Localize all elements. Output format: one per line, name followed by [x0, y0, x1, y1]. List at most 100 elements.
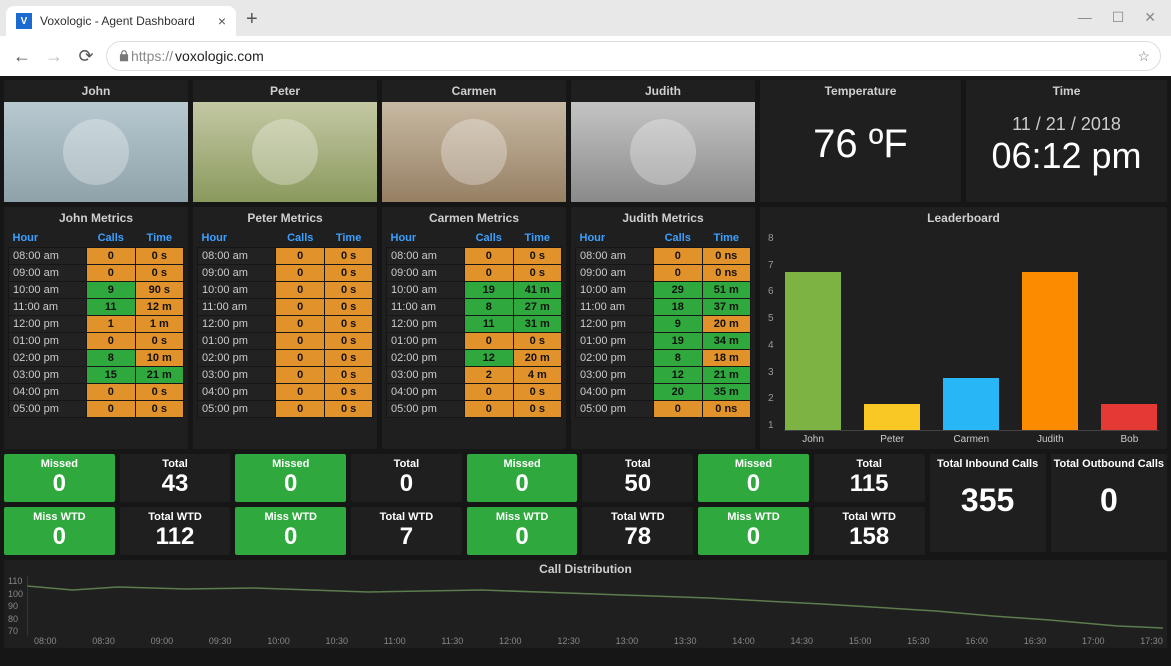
agent-name: John: [82, 80, 111, 102]
url-host: voxologic.com: [175, 48, 264, 64]
table-row: 03:00 pm 0 0 s: [198, 367, 373, 384]
stat-value: 355: [930, 482, 1046, 519]
metrics-table: Hour Calls Time 08:00 am 0 0 ns 09:00 am…: [575, 229, 751, 418]
calls-cell: 0: [276, 282, 325, 299]
table-row: 09:00 am 0 0 s: [387, 265, 562, 282]
window-controls: — ☐ ✕: [1078, 9, 1156, 26]
calls-cell: 12: [653, 367, 702, 384]
minimize-icon[interactable]: —: [1078, 9, 1092, 26]
time-card: Time 11 / 21 / 2018 06:12 pm: [966, 80, 1167, 202]
close-window-icon[interactable]: ✕: [1144, 9, 1156, 26]
total-inbound: Total Inbound Calls 355: [930, 454, 1046, 552]
calls-cell: 0: [464, 248, 513, 265]
calls-cell: 0: [653, 248, 702, 265]
hour-cell: 08:00 am: [576, 248, 654, 265]
time-cell: 10 m: [135, 350, 183, 367]
stat-title: Missed: [235, 458, 346, 470]
metrics-card-judith: Judith Metrics Hour Calls Time 08:00 am …: [571, 207, 755, 449]
missed-carmen: Missed 0: [467, 454, 578, 502]
time-cell: 0 s: [135, 248, 183, 265]
bar-label: John: [802, 434, 824, 445]
totalwtd-judith: Total WTD 158: [814, 507, 925, 555]
hour-cell: 09:00 am: [387, 265, 465, 282]
stat-value: 78: [582, 523, 693, 551]
time-cell: 0 s: [325, 282, 373, 299]
stat-title: Total: [120, 458, 231, 470]
table-row: 08:00 am 0 0 ns: [576, 248, 751, 265]
leaderboard-chart: 87654321 John Peter Carmen Judith Bob: [760, 229, 1167, 449]
time-cell: 0 s: [135, 384, 183, 401]
total-judith: Total 115: [814, 454, 925, 502]
maximize-icon[interactable]: ☐: [1112, 9, 1125, 26]
reload-button[interactable]: ⟳: [74, 46, 98, 67]
stat-value: 43: [120, 470, 231, 498]
metrics-card-peter: Peter Metrics Hour Calls Time 08:00 am 0…: [193, 207, 377, 449]
bar: [1022, 272, 1078, 431]
calls-cell: 20: [653, 384, 702, 401]
total-peter: Total 0: [351, 454, 462, 502]
stat-title: Total Outbound Calls: [1051, 458, 1167, 470]
bookmark-icon[interactable]: ☆: [1137, 48, 1150, 65]
temperature-card: Temperature 76 ºF: [760, 80, 961, 202]
back-button[interactable]: ←: [10, 46, 34, 67]
call-distribution-title: Call Distribution: [8, 562, 1163, 576]
table-row: 01:00 pm 0 0 s: [9, 333, 184, 350]
table-row: 05:00 pm 0 0 ns: [576, 401, 751, 418]
bar: [943, 378, 999, 431]
agent-card-carmen: Carmen: [382, 80, 566, 202]
hour-cell: 09:00 am: [198, 265, 276, 282]
totalwtd-peter: Total WTD 7: [351, 507, 462, 555]
favicon-icon: V: [16, 13, 32, 29]
time-cell: 0 s: [325, 350, 373, 367]
url-input[interactable]: https:// voxologic.com ☆: [106, 41, 1161, 71]
stat-title: Missed: [4, 458, 115, 470]
table-row: 03:00 pm 12 21 m: [576, 367, 751, 384]
stat-value: 0: [698, 470, 809, 498]
calls-cell: 11: [464, 316, 513, 333]
table-row: 03:00 pm 15 21 m: [9, 367, 184, 384]
time-cell: 41 m: [513, 282, 561, 299]
stat-title: Total: [814, 458, 925, 470]
close-icon[interactable]: ×: [218, 13, 226, 29]
table-row: 11:00 am 11 12 m: [9, 299, 184, 316]
time-cell: 37 m: [702, 299, 750, 316]
hour-cell: 03:00 pm: [198, 367, 276, 384]
top-row: John Peter Carmen Judith Temperature 76 …: [4, 80, 1167, 202]
hour-cell: 08:00 am: [9, 248, 87, 265]
bar: [1101, 404, 1157, 431]
table-row: 10:00 am 29 51 m: [576, 282, 751, 299]
browser-tab[interactable]: V Voxologic - Agent Dashboard ×: [6, 6, 236, 36]
calls-cell: 0: [464, 384, 513, 401]
col-calls: Calls: [276, 229, 325, 248]
time-cell: 0 s: [325, 367, 373, 384]
col-time: Time: [702, 229, 750, 248]
agent-photo: [193, 102, 377, 202]
bar-label: Bob: [1121, 434, 1139, 445]
table-row: 04:00 pm 0 0 s: [9, 384, 184, 401]
forward-button[interactable]: →: [42, 46, 66, 67]
stat-title: Total: [582, 458, 693, 470]
table-row: 11:00 am 0 0 s: [198, 299, 373, 316]
time-cell: 51 m: [702, 282, 750, 299]
stat-value: 0: [235, 523, 346, 551]
stat-title: Miss WTD: [4, 511, 115, 523]
time-cell: 0 ns: [702, 401, 750, 418]
time-cell: 20 m: [702, 316, 750, 333]
hour-cell: 05:00 pm: [198, 401, 276, 418]
table-row: 01:00 pm 0 0 s: [198, 333, 373, 350]
table-row: 02:00 pm 8 18 m: [576, 350, 751, 367]
time-cell: 21 m: [135, 367, 183, 384]
col-hour: Hour: [9, 229, 87, 248]
hour-cell: 08:00 am: [198, 248, 276, 265]
calldist-yaxis: 110100908070: [8, 576, 23, 636]
missed-john: Missed 0: [4, 454, 115, 502]
col-time: Time: [513, 229, 561, 248]
calldist-plot: [27, 576, 1163, 636]
metrics-title: Carmen Metrics: [429, 207, 519, 229]
address-bar: ← → ⟳ https:// voxologic.com ☆: [0, 36, 1171, 76]
hour-cell: 10:00 am: [9, 282, 87, 299]
new-tab-button[interactable]: +: [246, 8, 258, 31]
table-row: 12:00 pm 0 0 s: [198, 316, 373, 333]
tab-bar: V Voxologic - Agent Dashboard × + — ☐ ✕: [0, 0, 1171, 36]
missed-judith: Missed 0: [698, 454, 809, 502]
